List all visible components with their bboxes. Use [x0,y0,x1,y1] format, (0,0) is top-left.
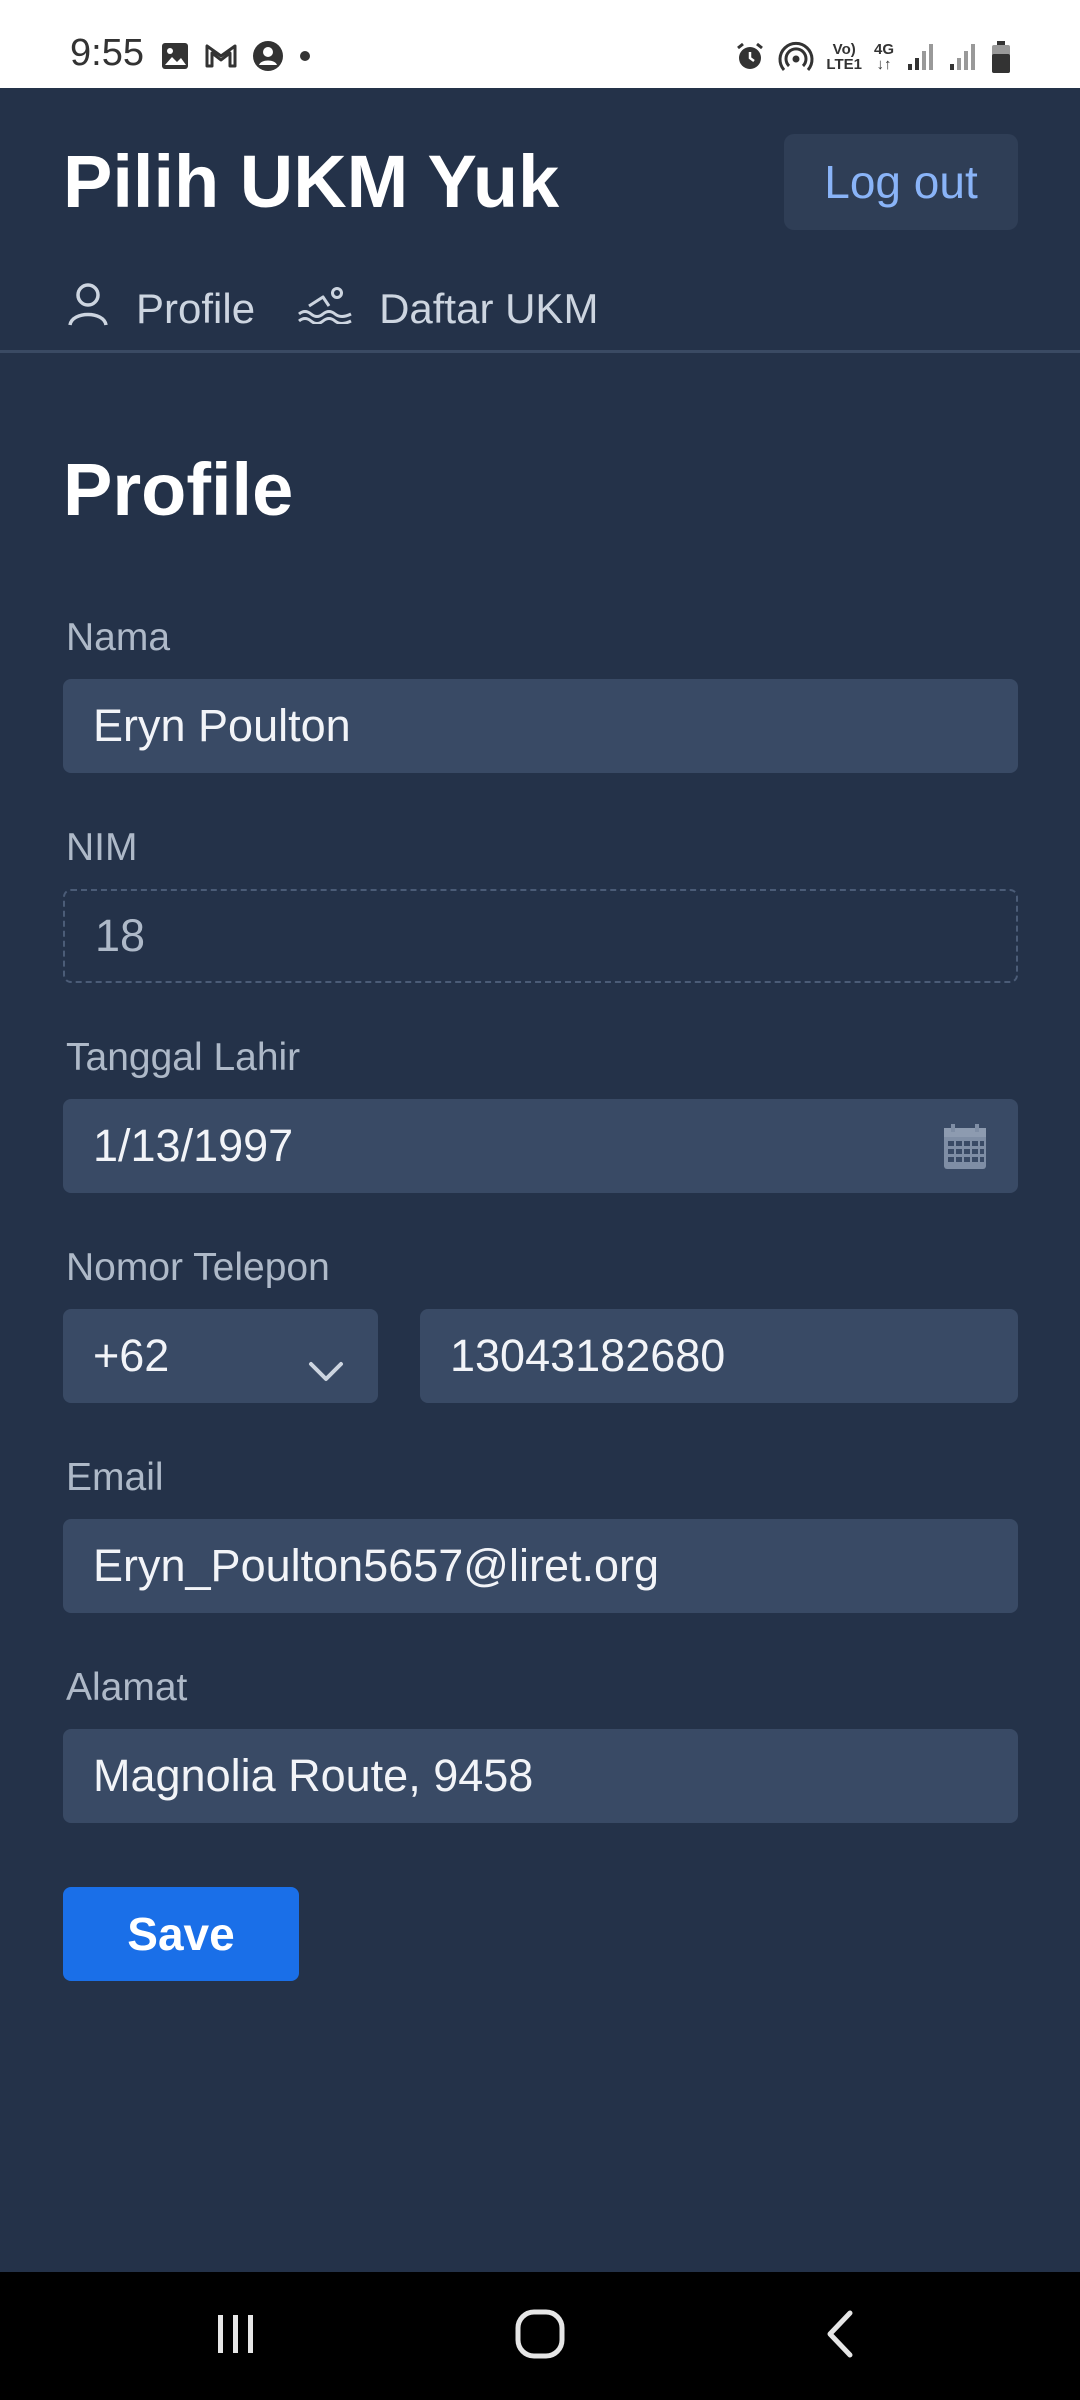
country-code-select[interactable]: +62 [63,1309,378,1403]
battery-icon [990,40,1012,74]
4g-icon: 4G ↓↑ [873,41,894,73]
swimming-icon [297,284,353,334]
email-field[interactable]: Eryn_Poulton5657@liret.org [63,1519,1018,1613]
status-time: 9:55 [70,32,144,74]
logout-button[interactable]: Log out [784,134,1018,230]
gallery-icon [160,41,190,71]
back-button[interactable] [800,2272,880,2400]
signal-icon [906,42,936,72]
tanggal-lahir-value: 1/13/1997 [93,1120,294,1171]
system-nav-bar [0,2272,1080,2400]
nav-bar-top: Profile Daftar UKM [66,274,640,344]
nama-label: Nama [66,616,171,659]
recent-apps-icon [212,2311,260,2362]
chevron-down-icon [308,1343,344,1395]
account-icon [252,40,284,72]
alamat-label: Alamat [66,1666,188,1709]
home-button[interactable] [500,2272,580,2400]
app-container: Pilih UKM Yuk Log out Profile Daftar UKM… [0,88,1080,2272]
status-bar: 9:55 Vo) LTE1 4G ↓↑ [0,0,1080,88]
signal-icon [948,42,978,72]
tanggal-lahir-label: Tanggal Lahir [66,1036,301,1079]
phone-value: 13043182680 [450,1330,726,1381]
nav-divider [0,350,1080,353]
volte-icon: Vo) LTE1 [826,41,862,73]
alarm-icon [734,41,766,73]
tanggal-lahir-field[interactable]: 1/13/1997 [63,1099,1018,1193]
nim-value: 18 [95,910,146,961]
user-icon [66,281,110,337]
back-icon [822,2309,858,2364]
home-icon [514,2308,566,2365]
nama-field[interactable]: Eryn Poulton [63,679,1018,773]
gmail-icon [204,42,238,70]
email-value: Eryn_Poulton5657@liret.org [93,1540,660,1591]
alamat-field[interactable]: Magnolia Route, 9458 [63,1729,1018,1823]
nim-field: 18 [63,889,1018,983]
hotspot-icon [778,41,814,73]
nav-item-profile[interactable]: Profile [66,281,255,337]
nim-label: NIM [66,826,138,869]
nama-value: Eryn Poulton [93,700,351,751]
nomor-telepon-label: Nomor Telepon [66,1246,330,1289]
calendar-icon[interactable] [942,1123,988,1182]
recent-apps-button[interactable] [196,2272,276,2400]
app-title: Pilih UKM Yuk [63,140,560,223]
status-left-icons [160,40,312,72]
save-button[interactable]: Save [63,1887,299,1981]
nav-item-label: Profile [136,285,256,332]
email-label: Email [66,1456,164,1499]
dot-icon [298,49,312,63]
status-right-icons: Vo) LTE1 4G ↓↑ [734,40,1012,74]
phone-field[interactable]: 13043182680 [420,1309,1018,1403]
country-code-value: +62 [93,1330,170,1381]
nav-item-daftar-ukm[interactable]: Daftar UKM [297,284,598,334]
alamat-value: Magnolia Route, 9458 [93,1750,534,1801]
nav-item-label: Daftar UKM [379,285,599,332]
page-title: Profile [63,448,294,531]
